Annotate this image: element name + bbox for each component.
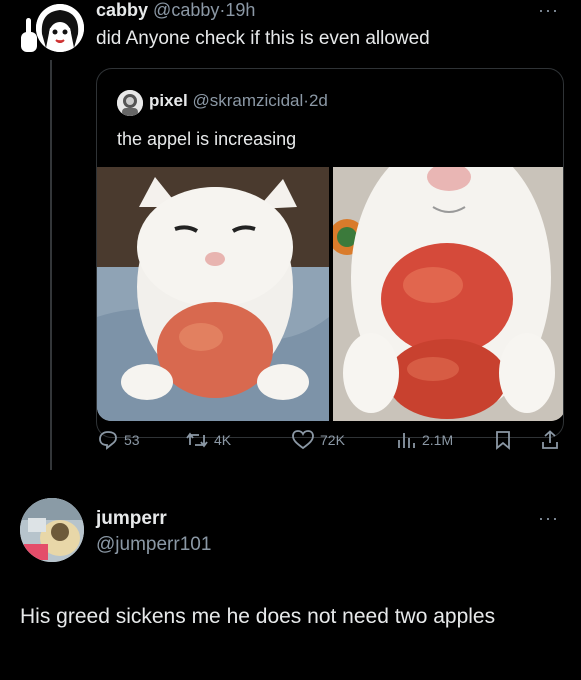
quoted-timestamp: 2d [308, 91, 328, 110]
views-button[interactable]: 2.1M [396, 430, 453, 450]
reply-button[interactable]: 53 [98, 430, 140, 450]
quoted-author-name: pixel [149, 91, 188, 110]
bookmark-icon [496, 431, 510, 450]
tweet-text: did Anyone check if this is even allowed [96, 28, 430, 49]
timestamp[interactable]: 19h [225, 0, 255, 20]
quoted-author-handle: @skramzicidal [192, 91, 304, 110]
quoted-header: pixel @skramzicidal·2d [149, 91, 328, 111]
cat-apple-photo-2[interactable] [333, 167, 563, 421]
like-count: 72K [320, 432, 345, 448]
quoted-tweet[interactable]: pixel @skramzicidal·2d the appel is incr… [96, 68, 564, 438]
cat-apple-photo-1[interactable] [97, 167, 329, 421]
avatar[interactable] [36, 4, 84, 52]
share-button[interactable] [540, 430, 560, 450]
reply-icon [99, 431, 117, 450]
view-count: 2.1M [422, 432, 454, 448]
reply-count: 53 [124, 432, 140, 448]
reply-author-name[interactable]: jumperr [96, 508, 167, 530]
action-bar: 53 4K 72K 2.1M [96, 430, 564, 460]
share-icon [542, 430, 558, 449]
reply-author-handle[interactable]: @jumperr101 [96, 534, 211, 556]
author-name[interactable]: cabby [96, 0, 148, 20]
quoted-text: the appel is increasing [117, 129, 297, 149]
more-options-icon[interactable]: ··· [538, 0, 559, 21]
bookmark-button[interactable] [494, 430, 512, 450]
reply-avatar[interactable] [20, 498, 84, 562]
reply-text: His greed sickens me he does not need tw… [20, 605, 496, 628]
reply-tweet: jumperr @jumperr101 ··· His greed sicken… [0, 490, 581, 680]
repost-count: 4K [214, 432, 232, 448]
more-options-icon[interactable]: ··· [538, 508, 559, 529]
thread-line [50, 60, 52, 470]
tweet-header: cabby @cabby·19h [96, 0, 255, 21]
author-handle[interactable]: @cabby [153, 0, 219, 20]
like-button[interactable]: 72K [292, 430, 345, 450]
heart-icon [292, 430, 314, 450]
quoted-avatar [117, 90, 143, 116]
repost-button[interactable]: 4K [186, 430, 231, 450]
tweet: cabby @cabby·19h ··· did Anyone check if… [0, 0, 581, 480]
repost-icon [186, 432, 208, 448]
analytics-icon [398, 433, 415, 448]
